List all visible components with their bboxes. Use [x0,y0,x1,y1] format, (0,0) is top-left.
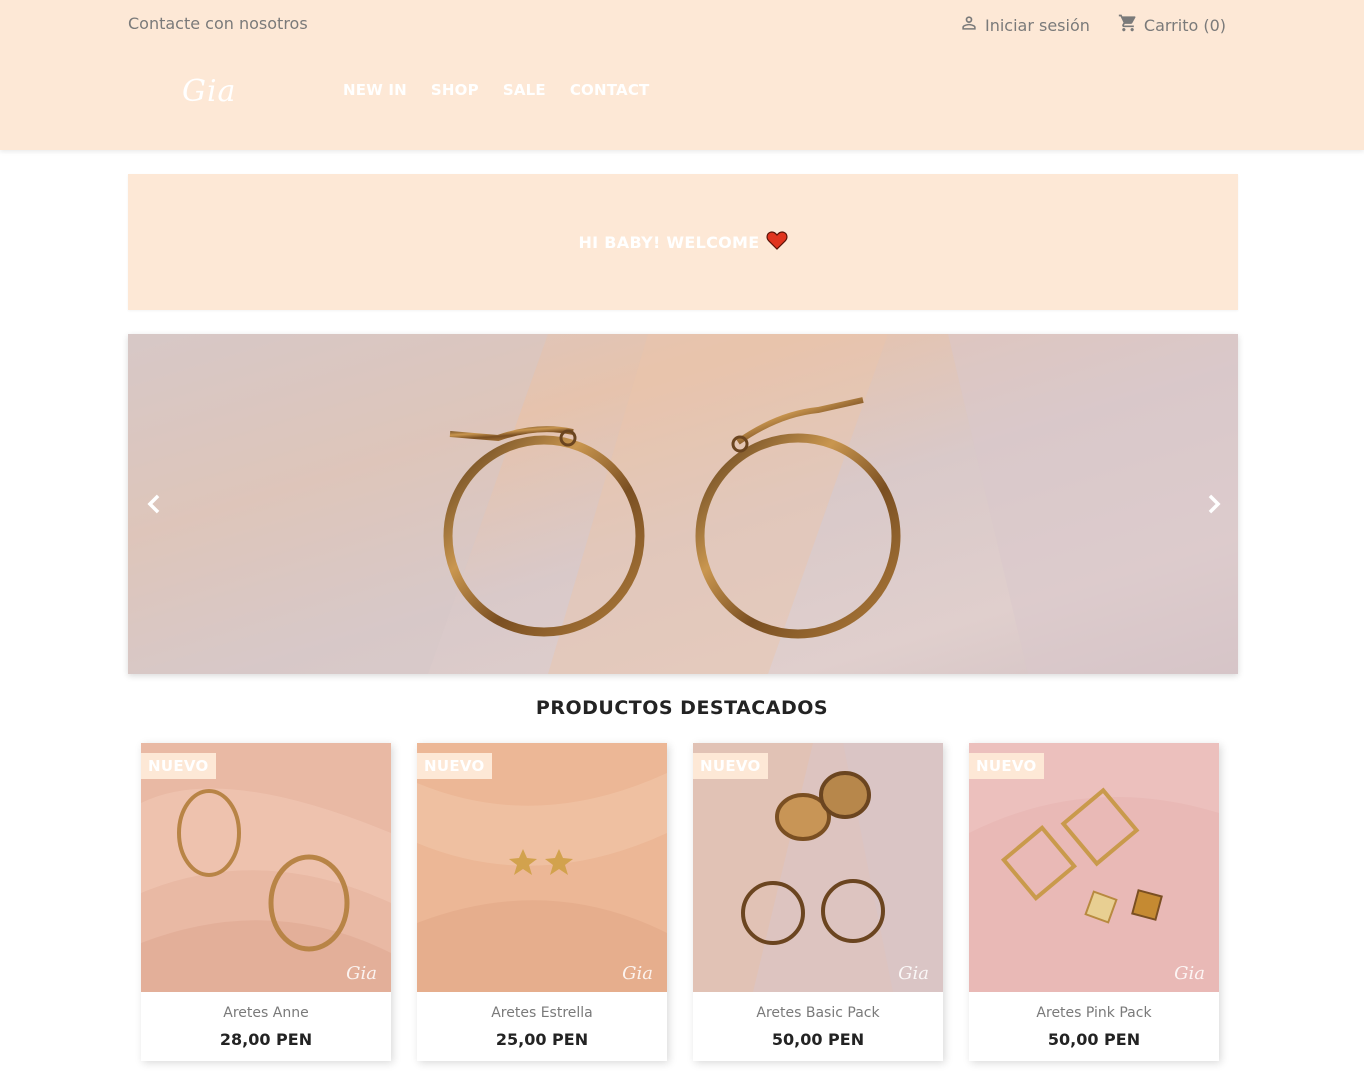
cart-link[interactable]: Carrito (0) [1118,13,1226,37]
product-name[interactable]: Aretes Estrella [417,1005,667,1021]
hero-slide-image [128,334,1238,674]
user-icon [959,13,979,37]
login-link[interactable]: Iniciar sesión [959,13,1090,37]
product-price: 50,00 PEN [771,1030,865,1049]
new-badge: NUEVO [969,753,1044,779]
product-price: 50,00 PEN [1047,1030,1141,1049]
new-badge: NUEVO [141,753,216,779]
product-card[interactable]: NUEVO Gia Aretes Basic Pack 50,00 PEN [693,743,943,1061]
nav-sale[interactable]: SALE [503,81,546,99]
contact-link[interactable]: Contacte con nosotros [128,14,308,33]
login-label: Iniciar sesión [984,15,1090,35]
product-price: 25,00 PEN [495,1030,589,1049]
product-price: 28,00 PEN [219,1030,313,1049]
featured-title: PRODUCTOS DESTACADOS [535,697,829,719]
new-badge: NUEVO [417,753,492,779]
user-area: Iniciar sesión Carrito (0) [959,13,1226,37]
featured-products: NUEVO Gia Aretes Anne 28,00 PEN NUEVO Gi… [141,743,1219,1061]
cart-icon [1118,13,1138,37]
welcome-banner: HI BABY! WELCOME [128,174,1238,310]
hero-carousel [128,334,1238,674]
product-image[interactable]: NUEVO Gia [969,743,1219,992]
cart-label: Carrito (0) [1143,15,1226,35]
nav-new-in[interactable]: NEW IN [343,81,407,99]
site-logo[interactable]: Gia [182,74,236,109]
chevron-right-icon [1208,494,1221,514]
product-name[interactable]: Aretes Anne [141,1005,391,1021]
nav-contact[interactable]: CONTACT [570,81,650,99]
new-badge: NUEVO [693,753,768,779]
main-nav: NEW IN SHOP SALE CONTACT [343,81,649,99]
carousel-prev-button[interactable] [140,490,168,518]
site-header: Contacte con nosotros Iniciar sesión Car… [0,0,1364,150]
product-card[interactable]: NUEVO Gia Aretes Anne 28,00 PEN [141,743,391,1061]
product-image[interactable]: NUEVO Gia [417,743,667,992]
image-watermark: Gia [346,963,377,984]
product-card[interactable]: NUEVO Gia Aretes Pink Pack 50,00 PEN [969,743,1219,1061]
carousel-next-button[interactable] [1200,490,1228,518]
product-name[interactable]: Aretes Basic Pack [693,1005,943,1021]
welcome-text: HI BABY! WELCOME [578,232,760,252]
image-watermark: Gia [898,963,929,984]
heart-icon [766,230,788,254]
product-name[interactable]: Aretes Pink Pack [969,1005,1219,1021]
product-image[interactable]: NUEVO Gia [693,743,943,992]
image-watermark: Gia [1174,963,1205,984]
chevron-left-icon [147,494,160,514]
product-card[interactable]: NUEVO Gia Aretes Estrella 25,00 PEN [417,743,667,1061]
product-image[interactable]: NUEVO Gia [141,743,391,992]
image-watermark: Gia [622,963,653,984]
nav-shop[interactable]: SHOP [431,81,479,99]
